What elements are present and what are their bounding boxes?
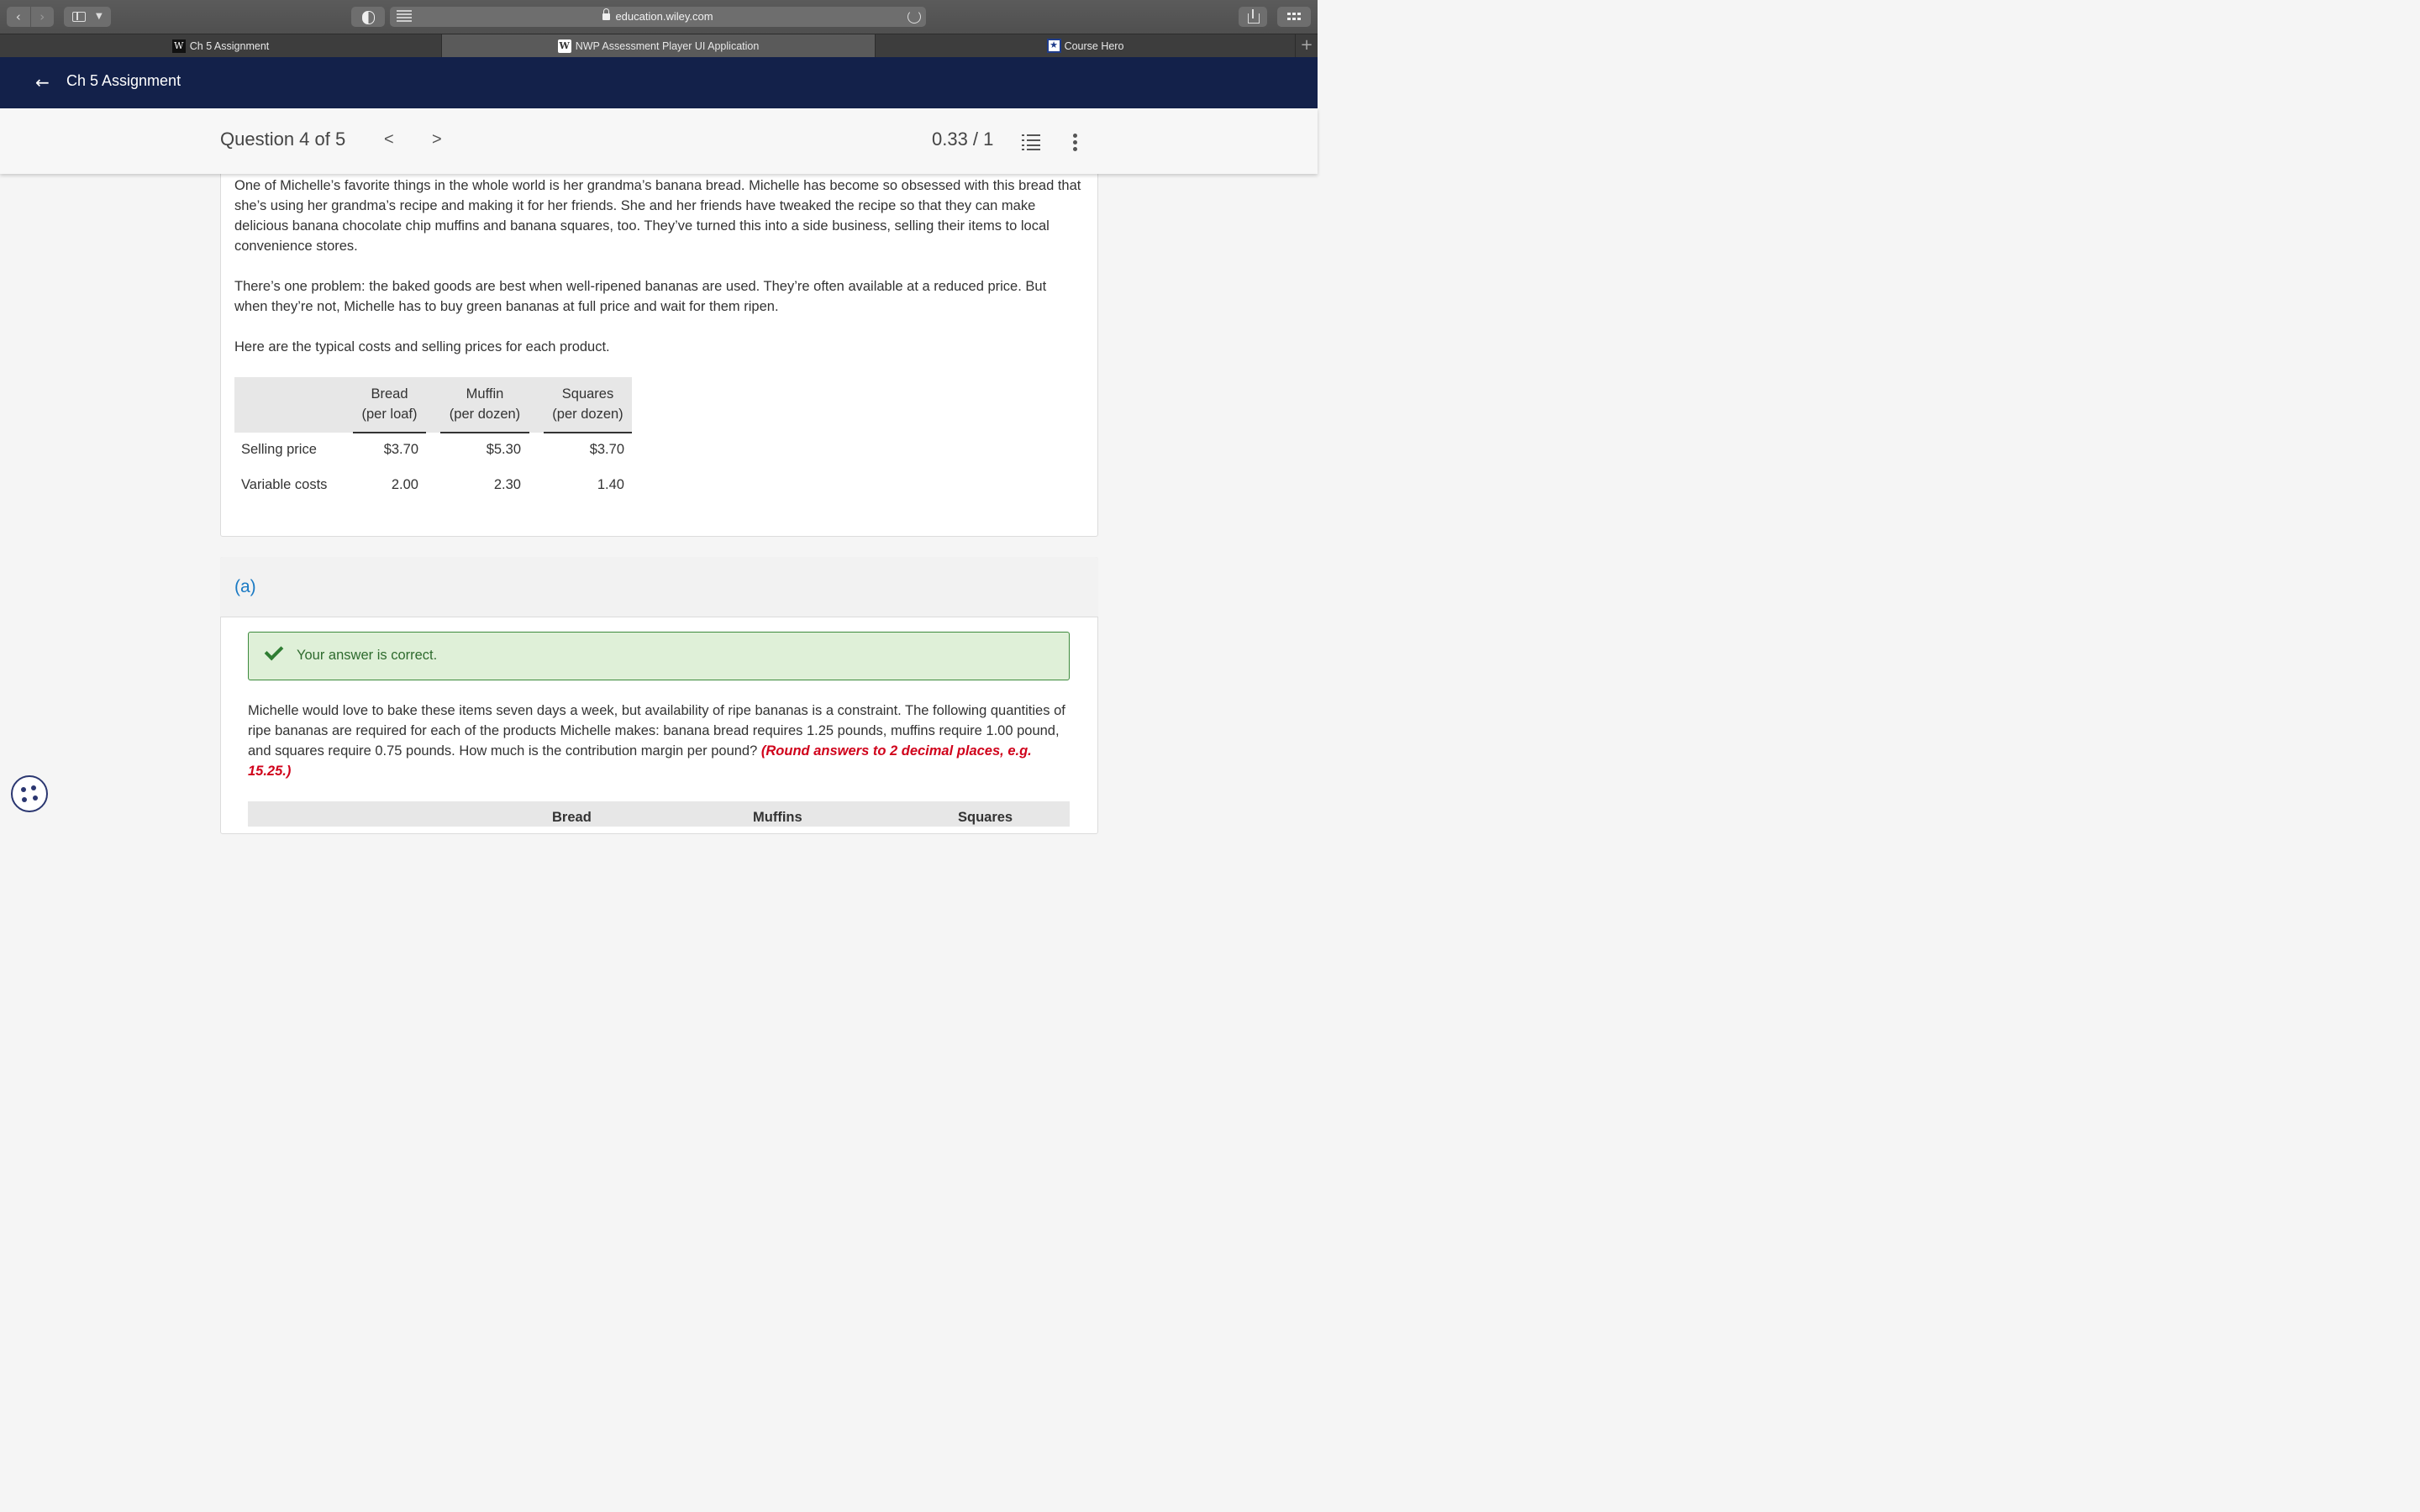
course-hero-favicon-icon: ★ bbox=[1046, 39, 1061, 54]
part-a-label[interactable]: (a) bbox=[234, 577, 256, 597]
share-button[interactable] bbox=[1239, 7, 1267, 27]
table-header: Bread (per loaf) Muffin (per dozen) Squa… bbox=[234, 377, 632, 433]
chevron-down-icon: ▼ bbox=[96, 12, 103, 21]
browser-toolbar: ‹ › ▼ education.wiley.com bbox=[0, 0, 1318, 34]
score-display: 0.33 / 1 bbox=[932, 129, 994, 150]
column-header-muffins: Muffins bbox=[753, 810, 802, 825]
new-tab-button[interactable]: + bbox=[1295, 34, 1318, 58]
table-cell: 2.30 bbox=[493, 477, 521, 492]
wiley-favicon-icon: W bbox=[557, 39, 571, 53]
sidebar-icon bbox=[72, 12, 86, 22]
question-list-icon[interactable] bbox=[1022, 134, 1040, 150]
browser-tab-bar: W Ch 5 Assignment W NWP Assessment Player … bbox=[0, 34, 1318, 58]
column-header-squares: Squares (per dozen) bbox=[544, 384, 632, 433]
table-cell: $3.70 bbox=[589, 442, 624, 457]
cookie-settings-icon[interactable] bbox=[11, 775, 48, 812]
sidebar-toggle-button[interactable]: ▼ bbox=[64, 7, 111, 27]
column-header-squares: Squares bbox=[958, 810, 1013, 825]
url-text: education.wiley.com bbox=[615, 10, 713, 23]
row-label: Selling price bbox=[241, 442, 317, 457]
table-cell: 1.40 bbox=[597, 477, 624, 492]
address-bar[interactable]: education.wiley.com bbox=[390, 7, 926, 27]
column-header-bread: Bread bbox=[552, 810, 592, 825]
next-question-button[interactable]: > bbox=[432, 130, 442, 150]
tab-nwp-assessment[interactable]: W NWP Assessment Player UI Application bbox=[442, 34, 875, 58]
tab-label: Course Hero bbox=[1064, 40, 1124, 52]
reader-mode-icon[interactable] bbox=[397, 10, 412, 24]
previous-question-button[interactable]: < bbox=[384, 130, 394, 150]
column-header-bread: Bread (per loaf) bbox=[353, 384, 426, 433]
question-paragraph: There’s one problem: the baked goods are… bbox=[234, 279, 1047, 314]
part-a-prompt: Michelle would love to bake these items … bbox=[248, 703, 1065, 779]
part-a-header bbox=[220, 557, 1098, 617]
history-nav: ‹ › bbox=[7, 7, 54, 27]
column-header-muffin: Muffin (per dozen) bbox=[440, 384, 529, 433]
answer-table-header: Bread Muffins Squares bbox=[248, 801, 1070, 827]
browser-forward-icon[interactable]: › bbox=[29, 7, 55, 27]
back-arrow-icon[interactable]: ← bbox=[35, 74, 54, 91]
reload-icon[interactable] bbox=[908, 10, 921, 24]
correct-answer-banner: Your answer is correct. bbox=[248, 632, 1070, 680]
table-cell: $5.30 bbox=[486, 442, 521, 457]
lock-icon bbox=[602, 8, 611, 20]
more-options-icon[interactable] bbox=[1073, 134, 1078, 151]
tab-label: NWP Assessment Player UI Application bbox=[575, 40, 760, 52]
question-navigation-bar: Question 4 of 5 < > 0.33 / 1 bbox=[0, 108, 1318, 174]
tab-course-hero[interactable]: ★ Course Hero bbox=[875, 34, 1295, 58]
feedback-text: Your answer is correct. bbox=[297, 648, 438, 663]
privacy-shield-button[interactable] bbox=[351, 7, 385, 27]
app-header: ← Ch 5 Assignment bbox=[0, 57, 1318, 108]
table-cell: 2.00 bbox=[391, 477, 418, 492]
browser-back-icon[interactable]: ‹ bbox=[7, 7, 30, 27]
tab-ch5-assignment[interactable]: W Ch 5 Assignment bbox=[0, 34, 442, 58]
wiley-favicon-icon: W bbox=[171, 39, 186, 53]
tab-overview-button[interactable] bbox=[1277, 7, 1311, 27]
row-label: Variable costs bbox=[241, 477, 328, 492]
table-cell: $3.70 bbox=[383, 442, 418, 457]
assignment-title: Ch 5 Assignment bbox=[66, 72, 182, 89]
tab-label: Ch 5 Assignment bbox=[189, 40, 270, 52]
question-paragraph: Here are the typical costs and selling p… bbox=[234, 339, 610, 354]
checkmark-icon bbox=[264, 641, 284, 661]
question-paragraph: One of Michelle’s favorite things in the… bbox=[234, 178, 1081, 254]
question-counter: Question 4 of 5 bbox=[220, 129, 346, 150]
